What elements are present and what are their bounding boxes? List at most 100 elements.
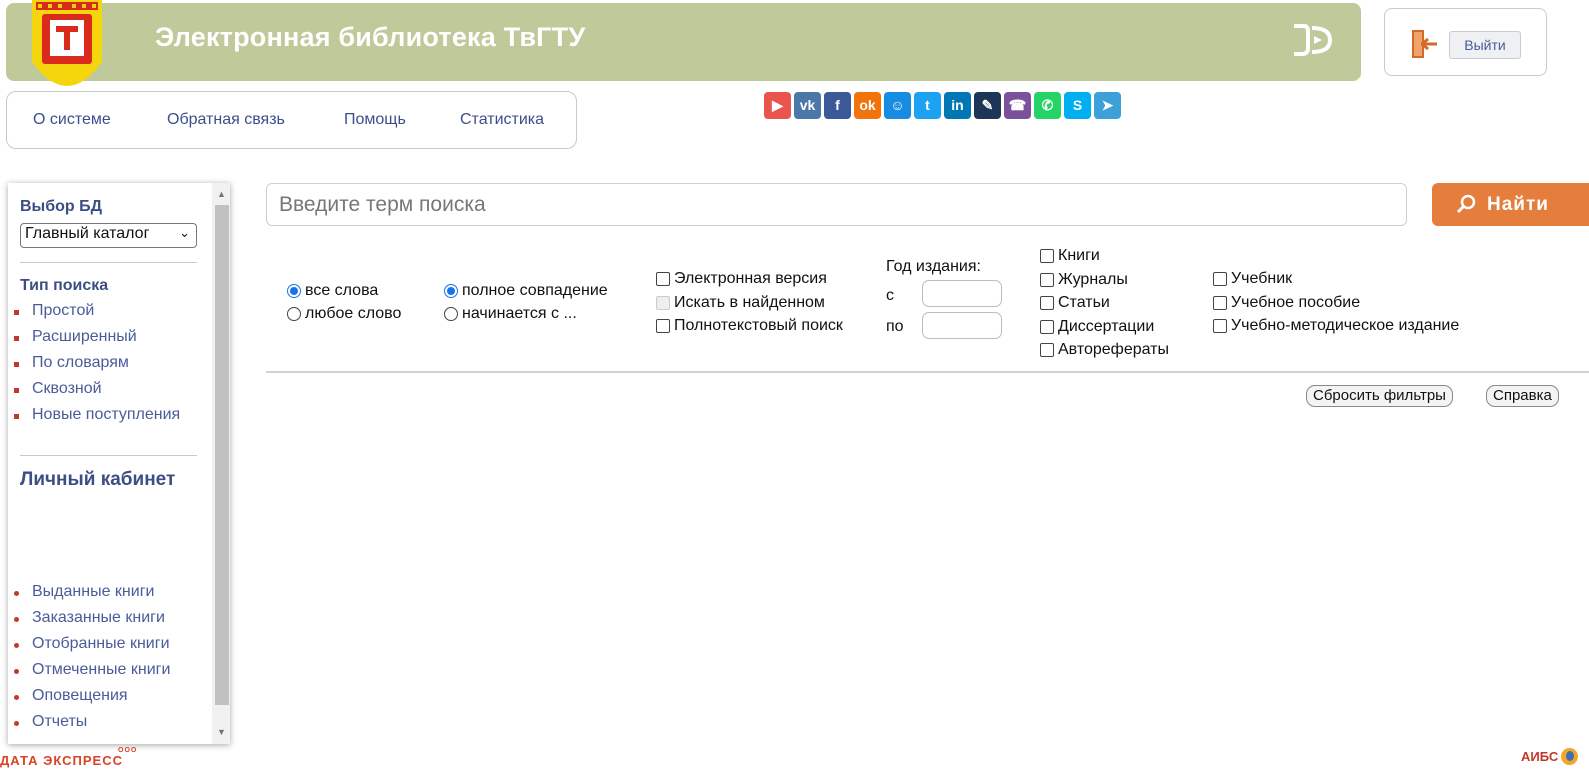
search-type-item[interactable]: Простой	[14, 299, 180, 325]
checkbox-box[interactable]	[1040, 296, 1054, 310]
checkbox-box[interactable]	[1040, 343, 1054, 357]
db-choice-heading: Выбор БД	[20, 198, 102, 215]
edu-type-checkbox[interactable]: Учебно-методическое издание	[1213, 315, 1459, 337]
edu-type-checkbox[interactable]: Учебное пособие	[1213, 292, 1360, 314]
bullet-icon	[14, 591, 19, 596]
cabinet-item[interactable]: Отчеты	[14, 710, 170, 736]
radio-label: начинается с ...	[462, 305, 577, 322]
nav-about[interactable]: О системе	[33, 111, 111, 129]
moimir-icon[interactable]: ☺	[884, 92, 911, 119]
cabinet-item[interactable]: Выданные книги	[14, 580, 170, 606]
checkbox-box[interactable]	[1213, 272, 1227, 286]
cabinet-item[interactable]: Заказанные книги	[14, 606, 170, 632]
livejournal-icon[interactable]: ✎	[974, 92, 1001, 119]
nav-statistics[interactable]: Статистика	[460, 111, 544, 129]
checkbox-electronic-version[interactable]: Электронная версия	[656, 268, 827, 290]
radio-indicator[interactable]	[444, 284, 458, 298]
cabinet-list: Выданные книги Заказанные книги Отобранные…	[14, 580, 170, 736]
search-type-item[interactable]: Расширенный	[14, 325, 180, 351]
telegram-icon[interactable]: ➤	[1094, 92, 1121, 119]
nav-help[interactable]: Помощь	[344, 111, 406, 129]
search-type-item[interactable]: Новые поступления	[14, 403, 180, 429]
checkbox-label: Книги	[1058, 247, 1100, 264]
reset-filters-button[interactable]: Сбросить фильтры	[1306, 385, 1453, 407]
radio-indicator[interactable]	[287, 284, 301, 298]
cabinet-item[interactable]: Отмеченные книги	[14, 658, 170, 684]
radio-any-word[interactable]: любое слово	[287, 303, 401, 325]
search-type-label: Простой	[32, 302, 95, 319]
scroll-up-icon[interactable]: ▲	[217, 189, 226, 199]
radio-starts-with[interactable]: начинается с ...	[444, 303, 577, 325]
logout-button[interactable]: Выйти	[1449, 31, 1521, 59]
city-coat-of-arms-logo[interactable]	[28, 0, 106, 100]
checkbox-label: Учебное пособие	[1231, 293, 1361, 311]
cabinet-item[interactable]: Отобранные книги	[14, 632, 170, 658]
linkedin-icon[interactable]: in	[944, 92, 971, 119]
logout-panel: Выйти	[1384, 8, 1547, 76]
vk-icon[interactable]: vk	[794, 92, 821, 119]
search-type-item[interactable]: Сквозной	[14, 377, 180, 403]
publication-type-checkbox[interactable]: Авторефераты	[1040, 339, 1169, 361]
scroll-down-icon[interactable]: ▼	[217, 727, 226, 737]
checkbox-label: Полнотекстовый поиск	[674, 317, 843, 334]
radio-label: любое слово	[305, 305, 402, 322]
publication-type-checkbox[interactable]: Диссертации	[1040, 316, 1154, 338]
checkbox-box[interactable]	[656, 272, 670, 286]
bullet-icon	[14, 388, 19, 393]
radio-label: полное совпадение	[462, 282, 608, 299]
publication-type-checkbox[interactable]: Книги	[1040, 245, 1100, 267]
twitter-icon[interactable]: t	[914, 92, 941, 119]
search-type-label: Новые поступления	[32, 406, 181, 423]
bullet-icon	[14, 414, 19, 419]
search-type-label: По словарям	[32, 354, 129, 371]
radio-indicator[interactable]	[287, 307, 301, 321]
facebook-icon[interactable]: f	[824, 92, 851, 119]
checkbox-box[interactable]	[1040, 272, 1054, 287]
checkbox-fulltext[interactable]: Полнотекстовый поиск	[656, 315, 843, 337]
checkbox-label: Статьи	[1058, 294, 1110, 311]
whatsapp-icon[interactable]: ✆	[1034, 92, 1061, 119]
skype-icon[interactable]: S	[1064, 92, 1091, 119]
search-type-item[interactable]: По словарям	[14, 351, 180, 377]
cabinet-item[interactable]: Оповещения	[14, 684, 170, 710]
aibs-logo[interactable]: АИБС	[1521, 748, 1579, 765]
scrollbar-thumb[interactable]	[215, 205, 229, 705]
viber-icon[interactable]: ☎	[1004, 92, 1031, 119]
share-collection-icon[interactable]: ▶	[764, 92, 791, 119]
search-input[interactable]	[266, 183, 1407, 226]
checkbox-search-in-found: Искать в найденном	[656, 292, 825, 314]
sidebar-scrollbar[interactable]: ▲ ▼	[212, 183, 230, 744]
radio-full-match[interactable]: полное совпадение	[444, 280, 608, 302]
edu-type-checkbox[interactable]: Учебник	[1213, 268, 1292, 290]
site-title: Электронная библиотека ТвГТУ	[155, 22, 586, 52]
database-select[interactable]: Главный каталог ⌄	[20, 223, 197, 248]
year-to-input[interactable]	[922, 312, 1002, 339]
data-express-logo[interactable]: ДАТА ЭКСПРЕСС ООО	[0, 747, 136, 768]
checkbox-box[interactable]	[1213, 319, 1227, 333]
bullet-icon	[14, 695, 19, 700]
help-button[interactable]: Справка	[1486, 385, 1559, 407]
checkbox-label: Учебно-методическое издание	[1231, 317, 1460, 334]
checkbox-label: Учебник	[1231, 270, 1293, 287]
cabinet-label: Заказанные книги	[32, 609, 165, 626]
year-from-input[interactable]	[922, 280, 1002, 307]
radio-all-words[interactable]: все слова	[287, 280, 378, 302]
checkbox-box[interactable]	[1040, 249, 1054, 263]
checkbox-box[interactable]	[656, 319, 670, 333]
cabinet-label: Оповещения	[32, 687, 128, 704]
odnoklassniki-icon[interactable]: ok	[854, 92, 881, 119]
radio-indicator[interactable]	[444, 307, 458, 321]
search-type-label: Сквозной	[32, 380, 102, 397]
divider	[20, 262, 197, 263]
divider	[20, 455, 197, 456]
radio-label: все слова	[305, 282, 379, 299]
publication-type-checkbox[interactable]: Статьи	[1040, 292, 1110, 314]
logout-door-icon[interactable]	[1409, 29, 1439, 59]
search-button[interactable]: Найти	[1432, 183, 1589, 226]
checkbox-box[interactable]	[1040, 319, 1054, 334]
search-button-label: Найти	[1487, 194, 1549, 215]
share-buttons: ▶ vk f ok ☺ t in ✎ ☎ ✆ S ➤	[764, 92, 1121, 119]
publication-type-checkbox[interactable]: Журналы	[1040, 269, 1128, 291]
checkbox-box[interactable]	[1213, 295, 1227, 310]
nav-feedback[interactable]: Обратная связь	[167, 111, 285, 129]
